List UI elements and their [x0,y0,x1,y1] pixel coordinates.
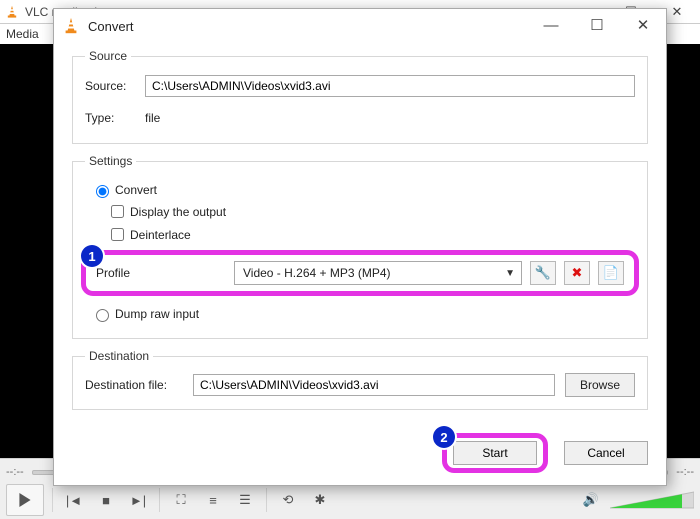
display-output-checkbox[interactable]: Display the output [107,202,635,221]
new-profile-button[interactable]: 📄 [598,261,624,285]
annotation-badge-2: 2 [433,426,455,448]
annotation-frame-2: 2 Start [442,433,548,473]
annotation-badge-1: 1 [81,245,103,267]
wrench-icon: 🔧 [535,265,551,281]
profile-value: Video - H.264 + MP3 (MP4) [243,266,391,280]
cancel-button[interactable]: Cancel [564,441,648,465]
source-input[interactable] [145,75,635,97]
deinterlace-checkbox-input[interactable] [111,228,124,241]
profile-label: Profile [96,266,226,280]
vlc-cone-icon [62,17,80,35]
playlist-button[interactable]: ☰ [232,486,258,514]
convert-radio[interactable]: Convert [91,182,635,198]
prev-button[interactable]: |◄ [61,486,87,514]
loop-button[interactable]: ⟲ [275,486,301,514]
menu-media[interactable]: Media [6,27,39,41]
profile-select[interactable]: Video - H.264 + MP3 (MP4) ▼ [234,261,522,285]
convert-radio-label: Convert [115,183,157,197]
shuffle-button[interactable]: ✱ [307,486,333,514]
display-output-label: Display the output [130,205,226,219]
source-label: Source: [85,79,145,93]
play-button[interactable] [6,484,44,516]
new-profile-icon: 📄 [603,265,619,281]
fullscreen-button[interactable]: ⛶ [168,486,194,514]
dump-raw-radio[interactable]: Dump raw input [91,306,635,322]
ext-settings-button[interactable]: ≡ [200,486,226,514]
vlc-cone-icon [5,5,19,19]
display-output-checkbox-input[interactable] [111,205,124,218]
convert-radio-input[interactable] [96,185,109,198]
settings-legend: Settings [85,154,136,168]
dialog-minimize-button[interactable]: — [528,9,574,43]
destination-group: Destination Destination file: Browse [72,349,648,410]
source-legend: Source [85,49,131,63]
volume-slider[interactable] [610,490,694,510]
chevron-down-icon: ▼ [505,268,515,279]
dialog-titlebar: Convert — ☐ ✕ [54,9,666,43]
deinterlace-label: Deinterlace [130,228,191,242]
type-label: Type: [85,111,145,125]
start-button[interactable]: Start [453,441,537,465]
dialog-title: Convert [88,19,134,34]
destination-input[interactable] [193,374,555,396]
delete-profile-button[interactable]: ✖ [564,261,590,285]
mute-button[interactable]: 🔊 [578,486,604,514]
stop-button[interactable]: ■ [93,486,119,514]
destination-legend: Destination [85,349,153,363]
dump-raw-label: Dump raw input [115,307,199,321]
next-button[interactable]: ►| [125,486,151,514]
time-elapsed: --:-- [6,466,24,478]
settings-group: Settings Convert Display the output Dein… [72,154,648,339]
dialog-footer: 2 Start Cancel [442,433,648,473]
type-value: file [145,111,160,125]
delete-icon: ✖ [572,265,583,281]
edit-profile-button[interactable]: 🔧 [530,261,556,285]
source-group: Source Source: Type: file [72,49,648,144]
annotation-frame-1: 1 Profile Video - H.264 + MP3 (MP4) ▼ 🔧 … [81,250,639,296]
convert-dialog: Convert — ☐ ✕ Source Source: Type: file … [53,8,667,486]
dialog-close-button[interactable]: ✕ [620,9,666,43]
browse-button[interactable]: Browse [565,373,635,397]
dialog-maximize-button[interactable]: ☐ [574,9,620,43]
deinterlace-checkbox[interactable]: Deinterlace [107,225,635,244]
destination-label: Destination file: [85,378,183,392]
time-remaining: --:-- [676,466,694,478]
dump-raw-radio-input[interactable] [96,309,109,322]
